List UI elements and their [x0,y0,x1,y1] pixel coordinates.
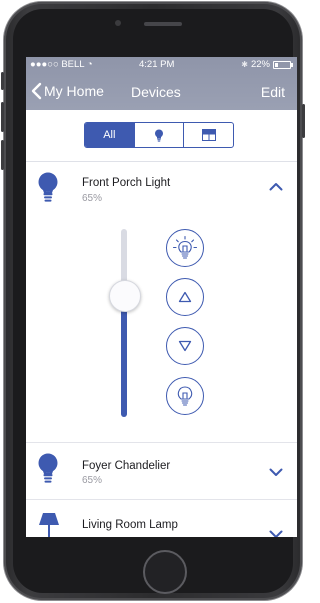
lower-icon [178,340,192,352]
chevron-left-icon [31,82,42,100]
chevron-down-icon[interactable] [269,530,283,537]
filter-segmented-control: All [84,122,234,148]
chevron-down-icon[interactable] [269,468,283,477]
filter-lights[interactable] [133,123,184,147]
device-level: 65% [82,475,103,486]
device-row-foyer-chandelier[interactable]: Foyer Chandelier 65% [26,443,297,498]
edit-button[interactable]: Edit [261,84,285,100]
raise-button[interactable] [166,278,204,316]
page-title: Devices [131,84,181,100]
battery-percent: 22% [250,59,270,70]
navigation-bar: My Home Devices Edit [26,79,297,105]
window-blind-icon [201,129,216,141]
earpiece [144,22,182,26]
filter-shades[interactable] [183,123,233,147]
bulb-icon [38,453,58,483]
power-button [302,104,305,138]
device-name: Living Room Lamp [82,519,178,531]
filter-bar: All [26,110,297,162]
light-off-button[interactable] [166,377,204,415]
device-name: Front Porch Light [82,177,171,189]
home-button[interactable] [143,550,187,594]
light-off-icon [177,386,193,406]
top-bar: ●●●○○ BELL ◔ 4:21 PM ✱ 22% My Home Devic… [26,57,297,110]
lamp-icon [39,513,59,537]
status-time: 4:21 PM [139,59,175,70]
bluetooth-icon: ✱ [241,60,248,69]
bulb-icon [155,129,163,142]
front-camera [115,20,121,26]
device-name: Foyer Chandelier [82,460,171,472]
device-level: 65% [82,193,103,204]
chevron-up-icon[interactable] [269,182,283,191]
lower-button[interactable] [166,327,204,365]
bulb-icon [38,172,58,202]
light-on-button[interactable] [166,229,204,267]
volume-down-button [1,140,4,170]
brightness-slider-fill [121,295,127,417]
status-bar: ●●●○○ BELL ◔ 4:21 PM ✱ 22% [26,57,297,73]
back-button[interactable]: My Home [30,82,104,100]
volume-up-button [1,102,4,132]
battery-fill [275,63,279,67]
brightness-slider-thumb[interactable] [109,280,141,312]
raise-icon [178,291,192,303]
carrier-signal: ●●●○○ BELL ◔ [30,59,93,70]
device-row-front-porch-light[interactable]: Front Porch Light 65% [26,162,297,204]
light-on-icon [172,235,198,259]
filter-all[interactable]: All [85,123,134,147]
battery-status: ✱ 22% [241,57,293,73]
battery-icon [273,61,293,69]
app-screen: ●●●○○ BELL ◔ 4:21 PM ✱ 22% My Home Devic… [26,57,297,537]
back-label: My Home [44,83,104,99]
device-row-living-room-lamp[interactable]: Living Room Lamp [26,500,297,537]
brightness-slider-track[interactable] [121,229,127,417]
mute-switch [1,72,4,90]
